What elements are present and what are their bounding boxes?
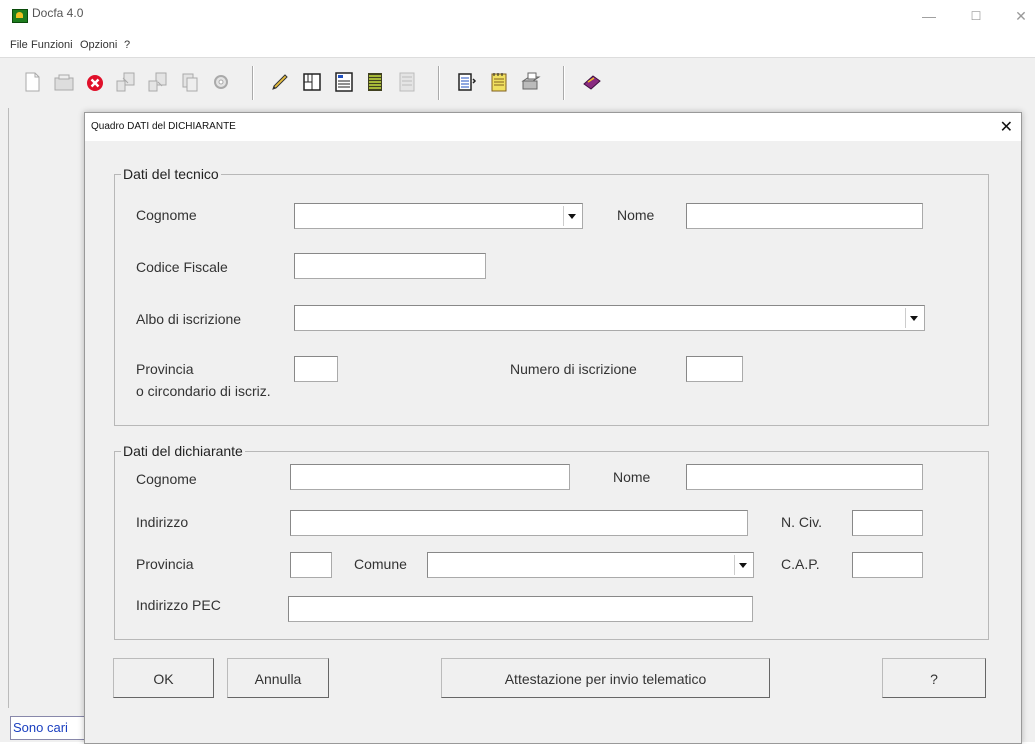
form-document-icon[interactable] xyxy=(332,70,356,94)
app-title: Docfa 4.0 xyxy=(32,6,84,20)
ncivico-label: N. Civ. xyxy=(781,514,822,530)
comune-combo[interactable] xyxy=(427,552,754,578)
toolbar-separator xyxy=(563,66,565,100)
help-book-icon[interactable] xyxy=(580,70,604,94)
list-stack-icon[interactable] xyxy=(363,70,387,94)
toolbar xyxy=(0,57,1035,109)
details-list-icon[interactable] xyxy=(455,70,479,94)
tecnico-nome-label: Nome xyxy=(617,207,655,223)
dichiarante-cognome-label: Cognome xyxy=(136,471,197,487)
open-folder-icon[interactable] xyxy=(52,70,76,94)
tecnico-provincia-sublabel: o circondario di iscriz. xyxy=(136,383,271,399)
settings-icon[interactable] xyxy=(209,70,233,94)
export-icon[interactable] xyxy=(146,70,170,94)
tecnico-provincia-label: Provincia xyxy=(136,361,194,377)
dichiarante-provincia-input[interactable] xyxy=(290,552,332,578)
menu-opzioni[interactable]: Opzioni xyxy=(80,39,117,51)
chevron-down-icon[interactable] xyxy=(905,308,922,328)
menubar: File Funzioni Opzioni ? xyxy=(0,36,1035,56)
toolbar-separator xyxy=(252,66,254,100)
toolbar-separator xyxy=(438,66,440,100)
printer-icon[interactable] xyxy=(519,70,543,94)
dichiarante-provincia-label: Provincia xyxy=(136,556,194,572)
indirizzo-label: Indirizzo xyxy=(136,514,189,530)
dialog-titlebar: Quadro DATI del DICHIARANTE ✕ xyxy=(85,113,1021,141)
ncivico-input[interactable] xyxy=(852,510,923,536)
status-text: Sono cari xyxy=(13,720,68,735)
delete-icon[interactable] xyxy=(83,70,107,94)
maximize-button[interactable]: ☐ xyxy=(962,4,990,28)
tecnico-provincia-input[interactable] xyxy=(294,356,338,382)
tecnico-cognome-combo[interactable] xyxy=(294,203,583,229)
albo-combo[interactable] xyxy=(294,305,925,331)
cap-input[interactable] xyxy=(852,552,923,578)
albo-label: Albo di iscrizione xyxy=(136,311,242,327)
chevron-down-icon[interactable] xyxy=(563,206,580,226)
ok-button[interactable]: OK xyxy=(113,658,214,698)
dichiarante-nome-label: Nome xyxy=(613,469,651,485)
docfa-app-icon xyxy=(12,9,28,23)
minimize-button[interactable]: — xyxy=(915,4,943,28)
import-icon[interactable] xyxy=(114,70,138,94)
edit-pencil-icon[interactable] xyxy=(268,70,292,94)
copy-icon[interactable] xyxy=(178,70,202,94)
app-titlebar: Docfa 4.0 — ☐ ✕ xyxy=(0,0,1035,36)
tecnico-nome-input[interactable] xyxy=(686,203,923,229)
comune-label: Comune xyxy=(354,556,407,572)
app-close-button[interactable]: ✕ xyxy=(1007,4,1035,28)
pec-label: Indirizzo PEC xyxy=(136,597,221,613)
menu-file[interactable]: File xyxy=(10,39,28,51)
dialog-close-icon[interactable]: ✕ xyxy=(1000,117,1013,137)
dichiarante-group-legend: Dati del dichiarante xyxy=(121,443,245,459)
new-document-icon[interactable] xyxy=(20,70,44,94)
indirizzo-input[interactable] xyxy=(290,510,748,536)
pec-input[interactable] xyxy=(288,596,753,622)
workspace-divider xyxy=(8,108,9,708)
dati-dichiarante-dialog: Quadro DATI del DICHIARANTE ✕ Dati del t… xyxy=(84,112,1022,744)
disabled-list-icon[interactable] xyxy=(395,70,419,94)
codice-fiscale-input[interactable] xyxy=(294,253,486,279)
tecnico-cognome-label: Cognome xyxy=(136,207,197,223)
menu-help[interactable]: ? xyxy=(124,39,130,51)
dichiarante-cognome-input[interactable] xyxy=(290,464,570,490)
help-button[interactable]: ? xyxy=(882,658,986,698)
attestazione-button[interactable]: Attestazione per invio telematico xyxy=(441,658,770,698)
cap-label: C.A.P. xyxy=(781,556,820,572)
numero-iscrizione-label: Numero di iscrizione xyxy=(510,361,637,377)
chevron-down-icon[interactable] xyxy=(734,555,751,575)
notepad-icon[interactable] xyxy=(487,70,511,94)
numero-iscrizione-input[interactable] xyxy=(686,356,743,382)
dichiarante-nome-input[interactable] xyxy=(686,464,923,490)
codice-fiscale-label: Codice Fiscale xyxy=(136,259,228,275)
tecnico-group-legend: Dati del tecnico xyxy=(121,166,221,182)
menu-funzioni[interactable]: Funzioni xyxy=(31,39,73,51)
annulla-button[interactable]: Annulla xyxy=(227,658,329,698)
dialog-title: Quadro DATI del DICHIARANTE xyxy=(91,121,236,132)
floor-plan-icon[interactable] xyxy=(300,70,324,94)
